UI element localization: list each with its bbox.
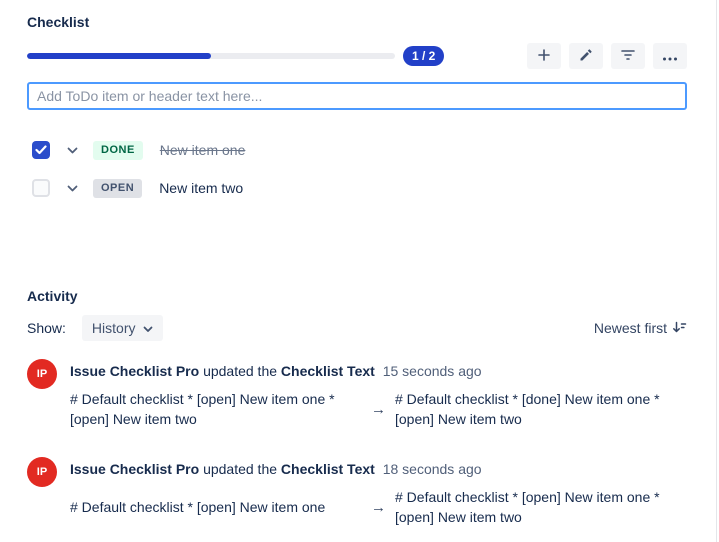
avatar: IP xyxy=(27,359,57,389)
diff-new-value: # Default checklist * [done] New item on… xyxy=(395,389,687,429)
activity-entry: IP Issue Checklist Pro updated the Check… xyxy=(27,457,687,527)
chevron-down-icon[interactable] xyxy=(67,147,78,154)
filter-icon xyxy=(620,49,636,64)
progress-fill xyxy=(27,53,211,59)
checklist-item-row: OPEN New item two xyxy=(27,176,687,200)
checklist-items: DONE New item one OPEN New item two xyxy=(27,138,687,200)
more-actions-button[interactable] xyxy=(653,43,687,69)
diff-old-value: # Default checklist * [open] New item on… xyxy=(70,389,362,429)
sort-order-button[interactable]: Newest first xyxy=(594,320,687,337)
diff-old-value: # Default checklist * [open] New item on… xyxy=(70,497,362,517)
progress-row: 1 / 2 xyxy=(27,43,687,69)
sort-order-label: Newest first xyxy=(594,320,667,336)
activity-title: Activity xyxy=(27,288,687,305)
arrow-right-icon: → xyxy=(371,499,386,516)
actor-name[interactable]: Issue Checklist Pro xyxy=(70,363,199,379)
ellipsis-icon xyxy=(662,49,678,64)
field-name: Checklist Text xyxy=(281,461,375,477)
change-diff: # Default checklist * [open] New item on… xyxy=(70,487,687,527)
activity-entry-header: Issue Checklist Pro updated the Checklis… xyxy=(70,361,687,381)
add-item-button[interactable] xyxy=(527,43,561,69)
plus-icon xyxy=(536,47,552,66)
timestamp: 15 seconds ago xyxy=(383,363,482,379)
item-checkbox-unchecked[interactable] xyxy=(32,179,50,197)
activity-filter-row: Show: History Newest first xyxy=(27,315,687,341)
activity-filter-dropdown[interactable]: History xyxy=(82,315,164,341)
filter-button[interactable] xyxy=(611,43,645,69)
actor-name[interactable]: Issue Checklist Pro xyxy=(70,461,199,477)
activity-entry-body: Issue Checklist Pro updated the Checklis… xyxy=(70,359,687,429)
activity-entry-body: Issue Checklist Pro updated the Checklis… xyxy=(70,457,687,527)
change-diff: # Default checklist * [open] New item on… xyxy=(70,389,687,429)
timestamp: 18 seconds ago xyxy=(383,461,482,477)
diff-new-value: # Default checklist * [open] New item on… xyxy=(395,487,687,527)
item-text[interactable]: New item one xyxy=(160,142,246,158)
status-badge-open[interactable]: OPEN xyxy=(93,179,142,198)
avatar: IP xyxy=(27,457,57,487)
activity-filter-value: History xyxy=(92,320,136,336)
checklist-panel: Checklist 1 / 2 xyxy=(0,0,719,527)
checklist-item-row: DONE New item one xyxy=(27,138,687,162)
activity-entry-header: Issue Checklist Pro updated the Checklis… xyxy=(70,459,687,479)
checkmark-icon xyxy=(35,142,47,158)
status-badge-done[interactable]: DONE xyxy=(93,141,143,160)
item-text[interactable]: New item two xyxy=(159,180,243,196)
checklist-toolbar xyxy=(527,43,687,69)
show-label: Show: xyxy=(27,320,66,336)
chevron-down-icon xyxy=(143,320,153,336)
arrow-right-icon: → xyxy=(371,401,386,418)
action-text: updated the xyxy=(203,461,277,477)
panel-divider xyxy=(716,0,717,542)
pencil-icon xyxy=(579,48,593,65)
add-todo-input[interactable] xyxy=(27,82,687,110)
edit-checklist-button[interactable] xyxy=(569,43,603,69)
item-checkbox-checked[interactable] xyxy=(32,141,50,159)
activity-entry: IP Issue Checklist Pro updated the Check… xyxy=(27,359,687,429)
chevron-down-icon[interactable] xyxy=(67,185,78,192)
progress-bar xyxy=(27,53,395,59)
action-text: updated the xyxy=(203,363,277,379)
checklist-title: Checklist xyxy=(27,14,687,31)
field-name: Checklist Text xyxy=(281,363,375,379)
progress-count-badge: 1 / 2 xyxy=(403,46,444,66)
sort-descending-icon xyxy=(672,320,687,337)
